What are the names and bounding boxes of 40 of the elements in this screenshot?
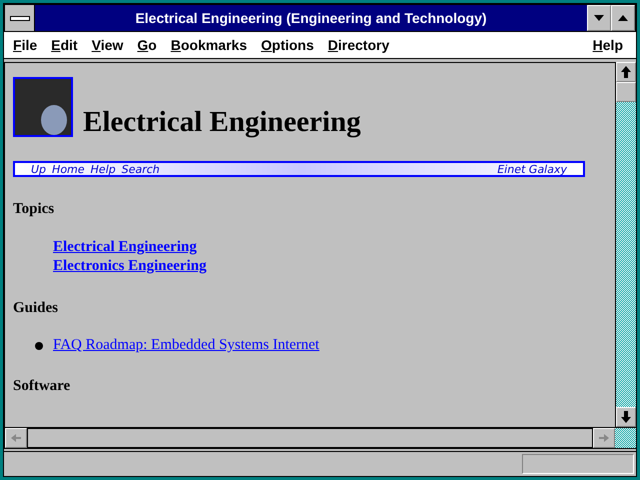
up-arrow-icon [621,66,631,78]
up-triangle-icon [617,14,629,22]
nav-link[interactable]: Home [52,162,85,176]
menu-item[interactable]: View [86,37,132,53]
nav-link[interactable]: Search [122,162,160,176]
scroll-thumb[interactable] [616,82,636,102]
menu-item[interactable]: Options [256,37,323,53]
system-menu-button[interactable] [5,5,35,31]
scrollbar-corner [615,428,636,448]
down-arrow-icon [621,411,631,423]
window-title: Electrical Engineering (Engineering and Technology) [134,9,488,28]
bullet-icon [35,342,43,350]
galaxy-link[interactable]: Einet Galaxy [497,162,567,176]
topic-link[interactable]: Electronics Engineering [53,257,206,276]
section-heading: Software [13,378,72,395]
vertical-scrollbar[interactable] [615,62,636,427]
scroll-up-button[interactable] [616,62,636,82]
section-heading: Topics [13,201,56,218]
nav-link[interactable]: Help [90,162,116,176]
left-arrow-icon [11,434,21,442]
minimize-button[interactable] [587,5,611,31]
scroll-down-button[interactable] [616,407,636,427]
menu-item[interactable]: Edit [46,37,87,53]
page-heading: Electrical Engineering [83,107,361,137]
menu-item[interactable]: File [8,37,46,53]
guide-link[interactable]: FAQ Roadmap: Embedded Systems Internet [53,337,320,354]
topic-link[interactable]: Electrical Engineering [53,238,197,257]
section-heading: Guides [13,300,60,317]
right-arrow-icon [599,434,609,442]
earth-photo-placeholder [13,77,73,137]
menu-item[interactable]: Bookmarks [166,37,256,53]
maximize-button[interactable] [611,5,635,31]
down-triangle-icon [593,14,605,22]
menu-item[interactable]: Help [588,37,632,53]
nav-link[interactable]: Up [31,162,46,176]
menu-item[interactable]: Directory [322,37,398,53]
horizontal-scrollbar[interactable] [4,428,615,448]
scroll-left-button[interactable] [5,428,27,448]
scroll-right-button[interactable] [593,428,615,448]
menu-item[interactable]: Go [132,37,166,53]
